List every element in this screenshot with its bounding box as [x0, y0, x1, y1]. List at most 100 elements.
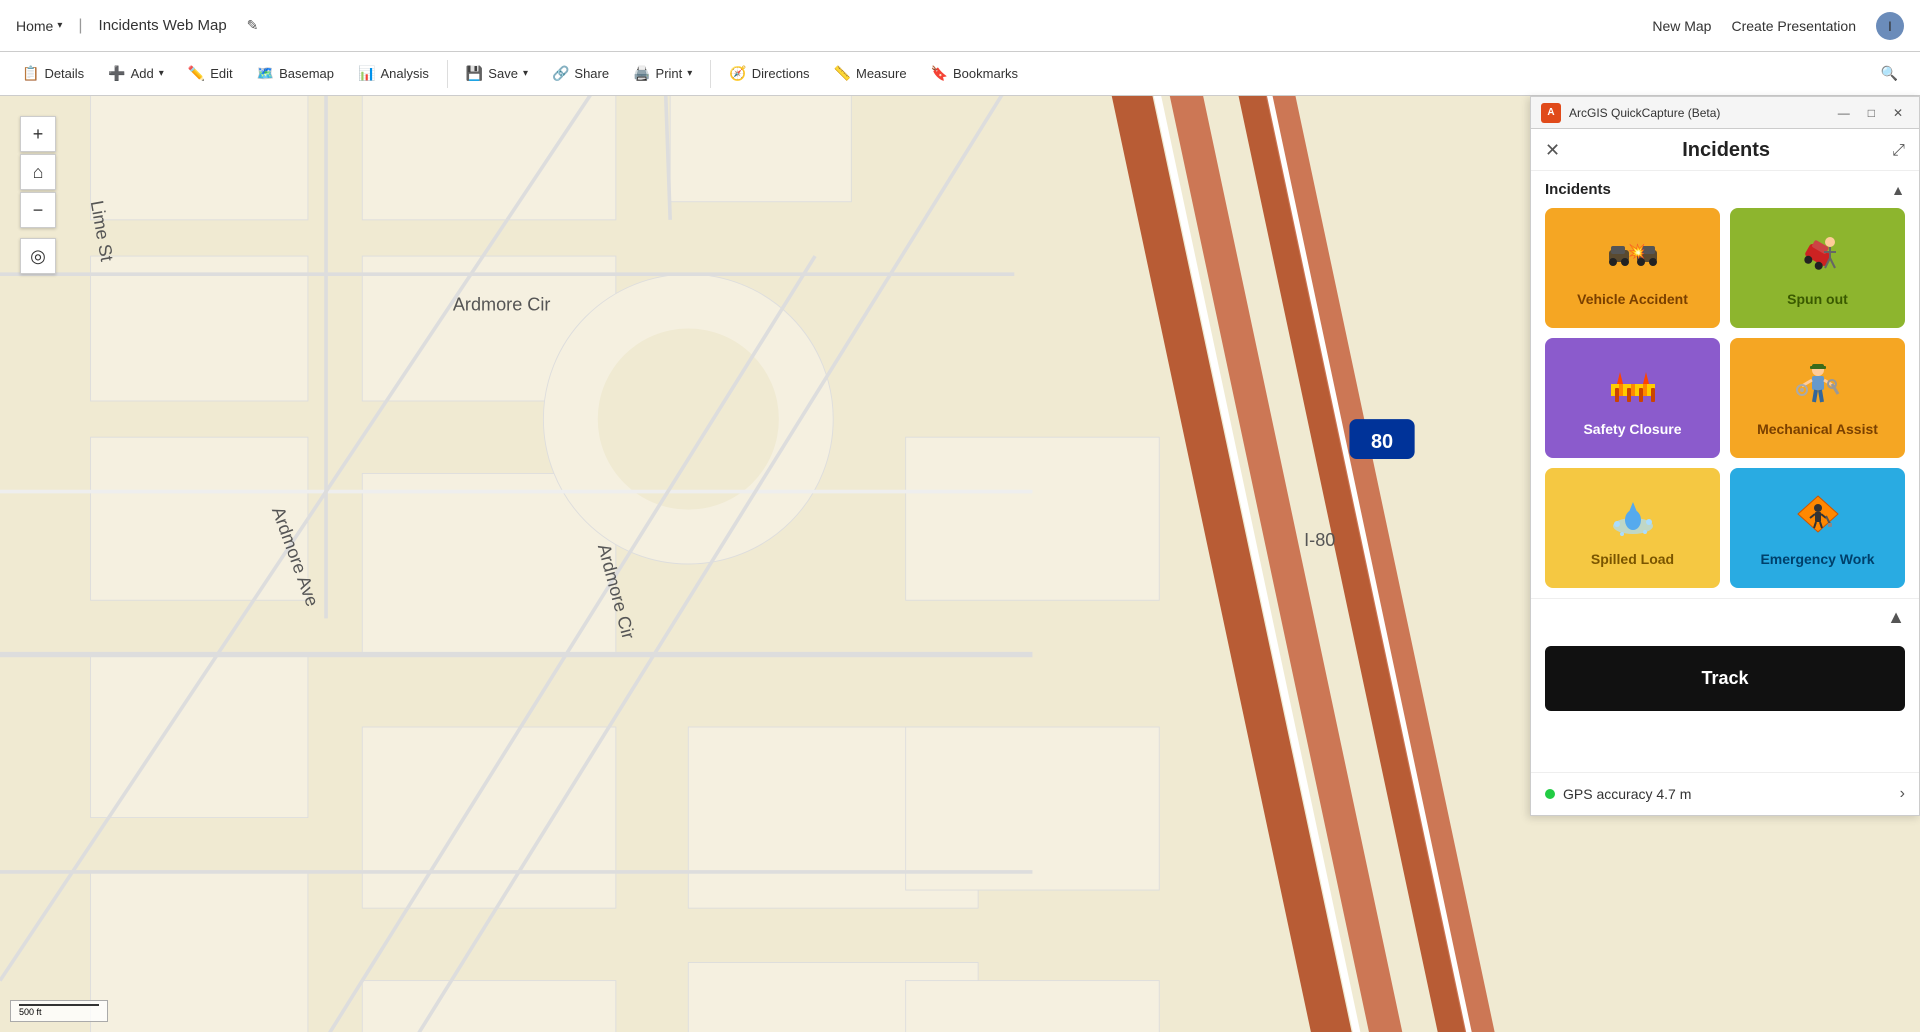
nav-separator: | [78, 17, 82, 35]
gps-status-dot [1545, 789, 1555, 799]
svg-text:I-80: I-80 [1304, 530, 1335, 550]
basemap-icon: 🗺️ [257, 65, 274, 82]
add-label: Add [131, 66, 154, 81]
window-close-button[interactable]: ✕ [1887, 104, 1909, 122]
emergency-work-icon [1792, 492, 1844, 543]
add-icon: ➕ [108, 65, 125, 82]
measure-icon: 📏 [834, 65, 851, 82]
incidents-section: Incidents ▲ [1531, 171, 1919, 599]
share-label: Share [574, 66, 609, 81]
edit-button[interactable]: ✏️ Edit [178, 60, 243, 87]
track-button[interactable]: Track [1545, 646, 1905, 711]
share-button[interactable]: 🔗 Share [542, 60, 619, 87]
vehicle-accident-icon: 💥 [1607, 232, 1659, 283]
vehicle-accident-label: Vehicle Accident [1577, 291, 1688, 307]
print-label: Print [656, 66, 683, 81]
spun-out-button[interactable]: Spun out [1730, 208, 1905, 328]
search-button[interactable]: 🔍 [1871, 60, 1908, 87]
svg-text:Ardmore Cir: Ardmore Cir [453, 294, 551, 314]
analysis-icon: 📊 [358, 65, 375, 82]
panel-title: Incidents [1682, 139, 1770, 162]
edit-title-icon[interactable]: ✎ [247, 17, 259, 34]
qc-titlebar: A ArcGIS QuickCapture (Beta) — □ ✕ [1531, 97, 1919, 129]
minimize-button[interactable]: — [1832, 104, 1856, 122]
analysis-label: Analysis [380, 66, 428, 81]
vehicle-accident-button[interactable]: 💥 Vehicle Accident [1545, 208, 1720, 328]
spun-out-label: Spun out [1787, 291, 1848, 307]
save-label: Save [488, 66, 518, 81]
incidents-section-title: Incidents [1545, 181, 1611, 198]
details-label: Details [44, 66, 84, 81]
emergency-work-button[interactable]: Emergency Work [1730, 468, 1905, 588]
topbar-right-actions: New Map Create Presentation I [1652, 12, 1904, 40]
mechanical-assist-button[interactable]: Mechanical Assist [1730, 338, 1905, 458]
scroll-up-arrow[interactable]: ▲ [1887, 607, 1905, 628]
main-toolbar: 📋 Details ➕ Add ▾ ✏️ Edit 🗺️ Basemap 📊 A… [0, 52, 1920, 96]
app-icon: A [1541, 103, 1561, 123]
incidents-grid: 💥 Vehicle Accident [1545, 208, 1905, 588]
panel-expand-button[interactable]: ⤢ [1892, 142, 1905, 160]
home-dropdown-arrow: ▾ [57, 20, 62, 31]
mechanical-assist-label: Mechanical Assist [1757, 421, 1878, 437]
save-button[interactable]: 💾 Save ▾ [456, 60, 538, 87]
directions-icon: 🧭 [729, 65, 746, 82]
zoom-out-button[interactable]: − [20, 192, 56, 228]
details-button[interactable]: 📋 Details [12, 60, 94, 87]
spun-out-icon [1792, 232, 1844, 283]
map-title: Incidents Web Map [99, 17, 227, 34]
gps-accuracy-text: GPS accuracy 4.7 m [1563, 786, 1691, 802]
bookmarks-button[interactable]: 🔖 Bookmarks [921, 60, 1028, 87]
save-dropdown-arrow: ▾ [523, 68, 528, 79]
mechanical-assist-icon [1792, 362, 1844, 413]
window-buttons: — □ ✕ [1832, 104, 1909, 122]
spilled-load-label: Spilled Load [1591, 551, 1674, 567]
panel-close-button[interactable]: ✕ [1545, 140, 1560, 161]
gps-expand-arrow[interactable]: › [1900, 785, 1905, 803]
toolbar-separator-1 [447, 60, 448, 88]
print-dropdown-arrow: ▾ [687, 68, 692, 79]
create-presentation-button[interactable]: Create Presentation [1731, 18, 1856, 34]
basemap-label: Basemap [279, 66, 334, 81]
user-initials: I [1888, 18, 1892, 34]
share-icon: 🔗 [552, 65, 569, 82]
search-icon: 🔍 [1881, 65, 1898, 82]
details-icon: 📋 [22, 65, 39, 82]
map-controls: + ⌂ − ◎ [20, 116, 56, 274]
qc-window-title: ArcGIS QuickCapture (Beta) [1569, 106, 1824, 120]
edit-label: Edit [210, 66, 232, 81]
basemap-button[interactable]: 🗺️ Basemap [247, 60, 344, 87]
maximize-button[interactable]: □ [1862, 104, 1881, 122]
scale-bar: 500 ft [10, 1000, 108, 1022]
save-icon: 💾 [466, 65, 483, 82]
home-map-button[interactable]: ⌂ [20, 154, 56, 190]
new-map-button[interactable]: New Map [1652, 18, 1711, 34]
zoom-in-button[interactable]: + [20, 116, 56, 152]
svg-text:💥: 💥 [1628, 243, 1645, 260]
directions-button[interactable]: 🧭 Directions [719, 60, 819, 87]
toolbar-separator-2 [710, 60, 711, 88]
home-button[interactable]: Home ▾ [16, 18, 62, 34]
locate-button[interactable]: ◎ [20, 238, 56, 274]
spilled-load-button[interactable]: Spilled Load [1545, 468, 1720, 588]
measure-button[interactable]: 📏 Measure [824, 60, 917, 87]
svg-text:80: 80 [1371, 431, 1393, 453]
quickcapture-panel: A ArcGIS QuickCapture (Beta) — □ ✕ ✕ Inc… [1530, 96, 1920, 816]
directions-label: Directions [752, 66, 810, 81]
print-button[interactable]: 🖨️ Print ▾ [623, 60, 702, 87]
safety-closure-button[interactable]: Safety Closure [1545, 338, 1720, 458]
add-dropdown-arrow: ▾ [159, 68, 164, 79]
qc-panel-header: ✕ Incidents ⤢ [1531, 129, 1919, 171]
print-icon: 🖨️ [633, 65, 650, 82]
add-button[interactable]: ➕ Add ▾ [98, 60, 174, 87]
user-avatar[interactable]: I [1876, 12, 1904, 40]
edit-icon: ✏️ [188, 65, 205, 82]
analysis-button[interactable]: 📊 Analysis [348, 60, 439, 87]
gps-info: GPS accuracy 4.7 m [1545, 786, 1691, 802]
gps-status-bar: GPS accuracy 4.7 m › [1531, 772, 1919, 815]
home-label: Home [16, 18, 53, 34]
scroll-indicator: ▲ [1531, 599, 1919, 636]
top-bar: Home ▾ | Incidents Web Map ✎ New Map Cre… [0, 0, 1920, 52]
collapse-button[interactable]: ▲ [1891, 182, 1905, 198]
spilled-load-icon [1607, 492, 1659, 543]
emergency-work-label: Emergency Work [1760, 551, 1874, 567]
